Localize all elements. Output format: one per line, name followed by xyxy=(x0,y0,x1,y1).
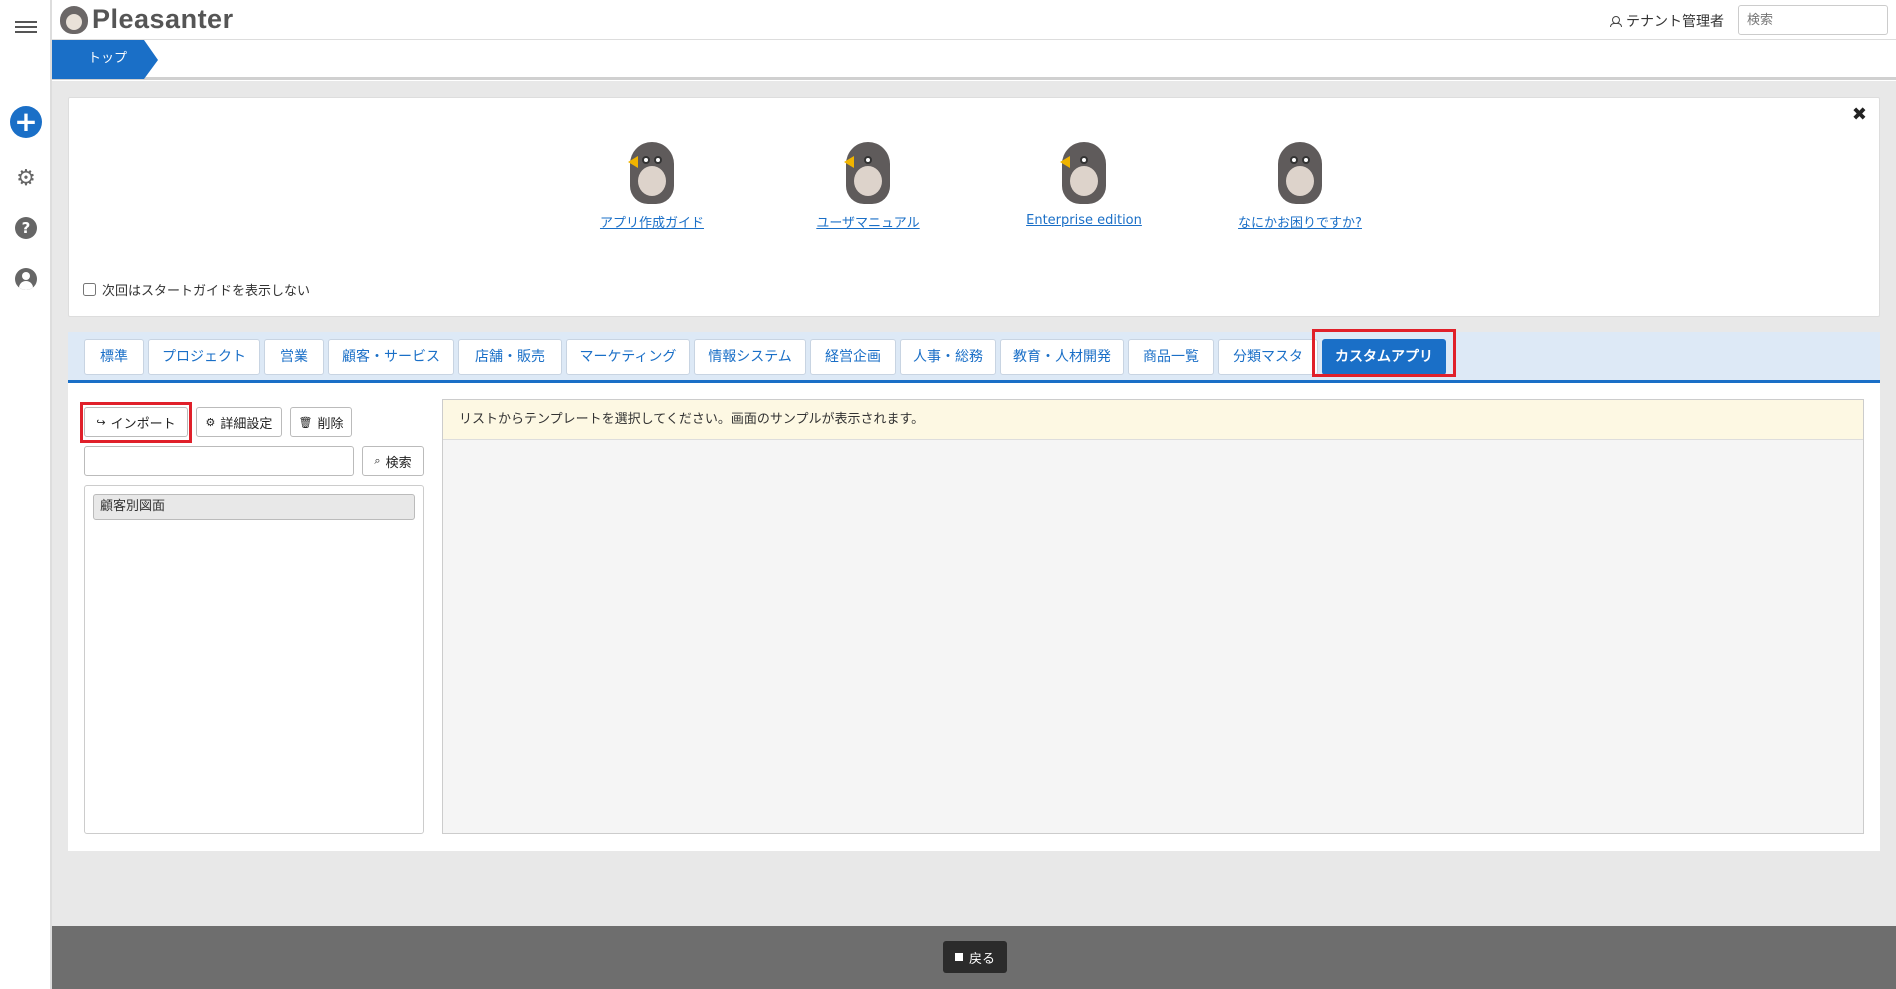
import-label: インポート xyxy=(110,416,176,432)
detail-settings-button[interactable]: ⚙ 詳細設定 xyxy=(196,407,282,437)
detail-settings-label: 詳細設定 xyxy=(220,416,273,432)
search-button[interactable]: ⌕ 検索 xyxy=(362,446,424,476)
search-label: 検索 xyxy=(385,455,412,471)
template-category-tabs: 標準 プロジェクト 営業 顧客・サービス 店舗・販売 マーケティング 情報システ… xyxy=(68,329,1880,383)
tab-education-hr-development[interactable]: 教育・人材開発 xyxy=(1000,339,1124,375)
template-list[interactable]: 顧客別図面 xyxy=(84,485,424,834)
tab-information-system[interactable]: 情報システム xyxy=(694,339,806,375)
delete-button[interactable]: 🗑 削除 xyxy=(290,407,352,437)
back-icon xyxy=(955,953,963,961)
enterprise-edition-link[interactable]: Enterprise edition xyxy=(1026,213,1142,228)
tab-store-sales[interactable]: 店舗・販売 xyxy=(458,339,562,375)
gear-icon: ⚙ xyxy=(205,415,216,429)
tab-hr-general-affairs[interactable]: 人事・総務 xyxy=(900,339,996,375)
start-guide-panel: ✖ アプリ作成ガイド ユーザマニュアル Enterprise edition な… xyxy=(68,97,1880,317)
template-search-input[interactable] xyxy=(84,446,354,476)
guide-item-user-manual[interactable]: ユーザマニュアル xyxy=(778,142,958,231)
help-icon[interactable]: ? xyxy=(15,217,37,239)
breadcrumb: トップ xyxy=(52,40,1896,80)
preview-message: リストからテンプレートを選択してください。画面のサンプルが表示されます。 xyxy=(443,400,1863,440)
hamburger-menu-icon[interactable] xyxy=(13,14,39,40)
left-sidebar: + ⚙ ? xyxy=(0,0,52,989)
tab-marketing[interactable]: マーケティング xyxy=(566,339,690,375)
gear-icon[interactable]: ⚙ xyxy=(13,165,39,191)
owl-icon xyxy=(1276,142,1324,204)
current-user[interactable]: テナント管理者 xyxy=(1610,11,1724,31)
footer-bar: 戻る xyxy=(52,926,1896,989)
tab-project[interactable]: プロジェクト xyxy=(148,339,260,375)
app-logo[interactable]: Pleasanter xyxy=(60,4,234,35)
import-button[interactable]: ↪ インポート xyxy=(84,407,188,437)
tab-standard[interactable]: 標準 xyxy=(84,339,144,375)
hide-guide-checkbox-row[interactable]: 次回はスタートガイドを表示しない xyxy=(83,280,310,299)
user-icon[interactable] xyxy=(15,268,37,290)
owl-logo-icon xyxy=(60,5,88,34)
search-icon: ⌕ xyxy=(374,454,381,467)
header-search-input[interactable] xyxy=(1738,5,1888,35)
breadcrumb-item-top[interactable]: トップ xyxy=(52,40,158,79)
app-name: Pleasanter xyxy=(92,4,234,34)
trash-icon: 🗑 xyxy=(298,415,313,429)
guide-item-app-guide[interactable]: アプリ作成ガイド xyxy=(562,142,742,231)
template-preview: リストからテンプレートを選択してください。画面のサンプルが表示されます。 xyxy=(442,399,1864,834)
delete-label: 削除 xyxy=(317,416,344,432)
person-icon xyxy=(1610,16,1622,27)
owl-icon xyxy=(1060,142,1108,204)
back-button[interactable]: 戻る xyxy=(943,941,1008,973)
hide-guide-label: 次回はスタートガイドを表示しない xyxy=(102,284,311,299)
hide-guide-checkbox[interactable] xyxy=(83,283,96,296)
tab-customer-service[interactable]: 顧客・サービス xyxy=(328,339,454,375)
tab-management-planning[interactable]: 経営企画 xyxy=(810,339,896,375)
guide-item-help[interactable]: なにかお困りですか? xyxy=(1210,142,1390,231)
user-manual-link[interactable]: ユーザマニュアル xyxy=(816,216,919,231)
list-item[interactable]: 顧客別図面 xyxy=(93,494,415,520)
top-header: Pleasanter テナント管理者 xyxy=(52,0,1896,40)
guide-item-enterprise[interactable]: Enterprise edition xyxy=(994,142,1174,228)
tab-classification-master[interactable]: 分類マスタ xyxy=(1218,339,1318,375)
tab-product-list[interactable]: 商品一覧 xyxy=(1128,339,1214,375)
owl-icon xyxy=(844,142,892,204)
import-icon: ↪ xyxy=(96,415,106,429)
owl-icon xyxy=(628,142,676,204)
add-icon[interactable]: + xyxy=(10,106,42,138)
help-link[interactable]: なにかお困りですか? xyxy=(1238,216,1362,231)
back-label: 戻る xyxy=(969,951,996,967)
tab-custom-app[interactable]: カスタムアプリ xyxy=(1322,339,1446,375)
close-icon[interactable]: ✖ xyxy=(1852,104,1867,125)
user-name-label: テナント管理者 xyxy=(1626,14,1724,30)
app-guide-link[interactable]: アプリ作成ガイド xyxy=(600,216,704,231)
tab-sales[interactable]: 営業 xyxy=(264,339,324,375)
